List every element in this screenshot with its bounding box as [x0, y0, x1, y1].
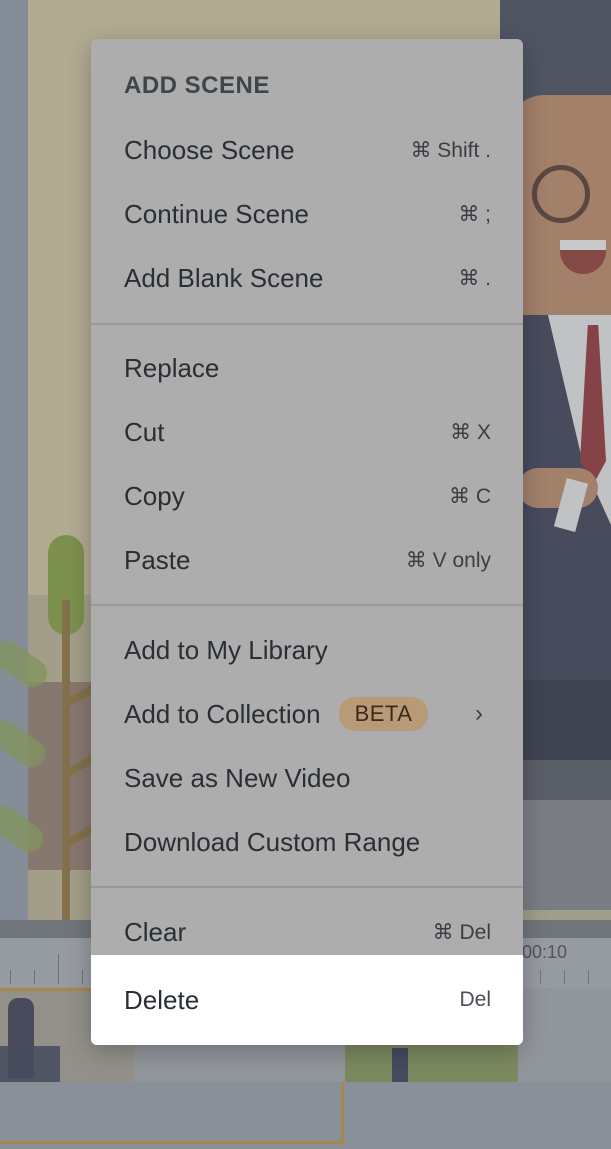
menu-item-shortcut: Del	[459, 988, 491, 1011]
menu-item-shortcut: ⌘ V only	[405, 548, 491, 572]
beta-badge: BETA	[338, 697, 429, 731]
menu-item-label: Paste	[124, 544, 191, 575]
menu-item-continue-scene[interactable]: Continue Scene ⌘ ;	[91, 182, 523, 246]
menu-item-label: Copy	[124, 480, 185, 511]
menu-item-save-as-new-video[interactable]: Save as New Video	[91, 746, 523, 810]
menu-item-shortcut: ⌘ C	[449, 484, 491, 508]
menu-item-label: Continue Scene	[124, 198, 310, 229]
menu-divider	[91, 886, 523, 888]
menu-item-label: Add to My Library	[124, 634, 328, 665]
menu-item-label: Cut	[124, 416, 165, 447]
menu-item-copy[interactable]: Copy ⌘ C	[91, 464, 523, 528]
menu-divider	[91, 323, 523, 325]
menu-item-label: Add to Collection	[124, 698, 321, 729]
menu-item-shortcut: ⌘ X	[450, 420, 491, 444]
menu-section-header: ADD SCENE	[124, 72, 270, 99]
menu-item-label: Delete	[124, 984, 200, 1015]
scene-context-menu: ADD SCENE Choose Scene ⌘ Shift . Continu…	[91, 39, 523, 1045]
menu-item-shortcut: ⌘ Shift .	[410, 138, 491, 162]
menu-item-shortcut: ⌘ Del	[432, 920, 491, 944]
menu-item-download-custom-range[interactable]: Download Custom Range	[91, 810, 523, 874]
menu-item-add-to-my-library[interactable]: Add to My Library	[91, 618, 523, 682]
menu-item-paste[interactable]: Paste ⌘ V only	[91, 528, 523, 592]
menu-item-cut[interactable]: Cut ⌘ X	[91, 400, 523, 464]
menu-divider	[91, 604, 523, 606]
chevron-right-icon: ›	[475, 700, 483, 727]
menu-item-label: Download Custom Range	[124, 826, 421, 857]
menu-item-choose-scene[interactable]: Choose Scene ⌘ Shift .	[91, 118, 523, 182]
menu-item-label: Replace	[124, 352, 220, 383]
menu-item-shortcut: ⌘ ;	[458, 202, 491, 226]
menu-item-replace[interactable]: Replace	[91, 336, 523, 400]
menu-item-label: Clear	[124, 916, 187, 947]
menu-item-add-blank-scene[interactable]: Add Blank Scene ⌘ .	[91, 246, 523, 310]
menu-item-delete[interactable]: Delete Del	[91, 955, 523, 1045]
menu-item-label: Choose Scene	[124, 134, 295, 165]
menu-item-shortcut: ⌘ .	[458, 266, 491, 290]
menu-item-add-to-collection[interactable]: Add to Collection BETA ›	[91, 682, 523, 746]
menu-item-label: Add Blank Scene	[124, 262, 324, 293]
menu-item-label: Save as New Video	[124, 762, 351, 793]
